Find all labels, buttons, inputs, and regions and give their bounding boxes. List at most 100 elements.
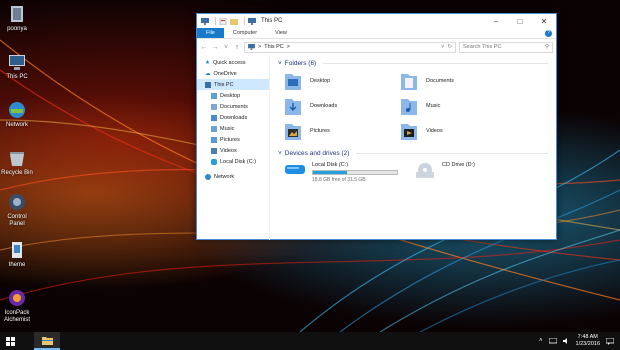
videos-folder-icon xyxy=(401,124,417,140)
ribbon-tabs: File Computer View ? xyxy=(197,28,556,39)
documents-folder-icon xyxy=(401,74,417,90)
show-hidden-icons-icon[interactable]: ˄ xyxy=(539,338,543,344)
maximize-button[interactable]: □ xyxy=(508,14,532,28)
back-button[interactable]: ← xyxy=(200,44,208,51)
downloads-folder-icon xyxy=(211,114,217,121)
nav-item-desktop[interactable]: Desktop xyxy=(197,90,269,101)
drive-name: Local Disk (C:) xyxy=(312,162,349,168)
separator xyxy=(244,17,245,25)
folders-group-header[interactable]: ˅ Folders (6) xyxy=(278,58,548,68)
tab-view[interactable]: View xyxy=(266,28,296,38)
desktop-icon-network[interactable]: Network xyxy=(0,100,34,129)
minimize-button[interactable]: – xyxy=(484,14,508,28)
search-placeholder: Search This PC xyxy=(463,44,502,50)
disk-icon xyxy=(285,165,305,174)
content-pane: ˅ Folders (6) Desktop Documents Download… xyxy=(270,55,556,240)
nav-item-this-pc[interactable]: This PC xyxy=(197,79,269,90)
drive-name: CD Drive (D:) xyxy=(442,162,475,168)
taskbar-file-explorer[interactable] xyxy=(34,332,60,350)
nav-item-network[interactable]: Network xyxy=(197,171,269,182)
file-explorer-icon xyxy=(41,336,53,345)
folder-music[interactable]: Music xyxy=(400,95,516,117)
desktop-icon-control-panel[interactable]: Control Panel xyxy=(0,192,34,228)
title-bar[interactable]: This PC – □ ✕ xyxy=(197,14,556,28)
start-button[interactable] xyxy=(0,332,20,350)
disk-icon xyxy=(211,158,217,165)
folder-downloads[interactable]: Downloads xyxy=(284,95,400,117)
folder-documents[interactable]: Documents xyxy=(400,70,516,92)
properties-icon[interactable] xyxy=(219,17,227,25)
desktop-icon-poonya[interactable]: poonya xyxy=(0,4,34,33)
drive-cd-d[interactable]: CD Drive (D:) xyxy=(414,162,475,183)
action-center-icon[interactable] xyxy=(606,337,614,345)
drive-local-disk-c[interactable]: Local Disk (C:) 18.8 GB free of 31.5 GB xyxy=(284,162,398,183)
control-panel-icon xyxy=(9,194,25,210)
drives-group-header[interactable]: ˅ Devices and drives (2) xyxy=(278,148,548,158)
desktop-icon-recycle-bin[interactable]: Recycle Bin xyxy=(0,148,34,177)
network-icon xyxy=(205,173,211,180)
desktop-icon-this-pc[interactable]: This PC xyxy=(0,52,34,81)
nav-item-pictures[interactable]: Pictures xyxy=(197,134,269,145)
nav-item-documents[interactable]: Documents xyxy=(197,101,269,112)
desktop-folder-icon xyxy=(211,92,217,99)
tab-file[interactable]: File xyxy=(197,28,224,38)
folder-videos[interactable]: Videos xyxy=(400,120,516,142)
folders-grid: Desktop Documents Downloads Music Pictur… xyxy=(284,70,548,142)
separator xyxy=(215,17,216,25)
network-status-icon[interactable] xyxy=(548,338,557,344)
computer-icon xyxy=(205,81,211,88)
group-divider xyxy=(323,62,548,64)
desktop-icon-theme[interactable]: theme xyxy=(0,240,34,269)
music-folder-icon xyxy=(401,99,417,115)
navigation-pane: ★ Quick access ☁ OneDrive This PC Desktop … xyxy=(197,55,270,240)
nav-item-onedrive[interactable]: ☁ OneDrive xyxy=(197,68,269,79)
address-bar[interactable]: > This PC > ˅ ↻ xyxy=(244,41,456,53)
recent-locations-button[interactable]: ˅ xyxy=(222,44,230,51)
explorer-window: This PC – □ ✕ File Computer View ? ← → ˅… xyxy=(196,13,557,240)
help-button[interactable]: ? xyxy=(545,29,552,37)
windows-logo-icon xyxy=(5,336,15,346)
forward-button[interactable]: → xyxy=(211,44,219,51)
computer-icon xyxy=(248,44,255,50)
taskbar: ˄ 7:48 AM 1/23/2016 xyxy=(0,332,620,350)
nav-item-downloads[interactable]: Downloads xyxy=(197,112,269,123)
computer-icon xyxy=(201,17,209,25)
refresh-icon[interactable]: ↻ xyxy=(447,44,452,50)
clock[interactable]: 7:48 AM 1/23/2016 xyxy=(576,334,600,348)
nav-item-videos[interactable]: Videos xyxy=(197,145,269,156)
cd-drive-icon xyxy=(416,163,434,178)
up-button[interactable]: ↑ xyxy=(233,44,241,51)
nav-item-local-disk[interactable]: Local Disk (C:) xyxy=(197,156,269,167)
close-button[interactable]: ✕ xyxy=(532,14,556,28)
drive-usage-bar xyxy=(312,170,398,175)
music-folder-icon xyxy=(211,125,217,132)
iconpack-alchemist-icon xyxy=(9,290,25,306)
downloads-folder-icon xyxy=(285,99,301,115)
collapse-icon: ˅ xyxy=(278,59,282,67)
address-dropdown-icon[interactable]: ˅ xyxy=(441,44,444,50)
nav-item-music[interactable]: Music xyxy=(197,123,269,134)
user-folder-icon xyxy=(11,6,23,22)
pictures-folder-icon xyxy=(285,124,301,140)
collapse-icon: ˅ xyxy=(278,149,282,157)
drives-list: Local Disk (C:) 18.8 GB free of 31.5 GB … xyxy=(284,162,548,183)
folder-desktop[interactable]: Desktop xyxy=(284,70,400,92)
recycle-bin-icon xyxy=(10,152,24,166)
breadcrumb-sep: > xyxy=(286,44,290,50)
drive-usage-fill xyxy=(313,171,347,174)
search-input[interactable]: Search This PC ⚲ xyxy=(459,41,553,53)
group-divider xyxy=(356,152,548,154)
breadcrumb[interactable]: This PC xyxy=(264,44,284,50)
documents-folder-icon xyxy=(211,103,217,110)
videos-folder-icon xyxy=(211,147,217,154)
folder-pictures[interactable]: Pictures xyxy=(284,120,400,142)
tab-computer[interactable]: Computer xyxy=(224,28,266,38)
breadcrumb-sep: > xyxy=(258,44,262,50)
volume-icon[interactable] xyxy=(562,338,570,344)
computer-icon xyxy=(9,55,25,70)
desktop-icon-iconpack-alchemist[interactable]: IconPack Alchemist xyxy=(0,288,34,324)
new-folder-icon[interactable] xyxy=(230,18,238,25)
theme-file-icon xyxy=(12,242,22,258)
drive-free-space: 18.8 GB free of 31.5 GB xyxy=(312,177,366,183)
nav-item-quick-access[interactable]: ★ Quick access xyxy=(197,57,269,68)
